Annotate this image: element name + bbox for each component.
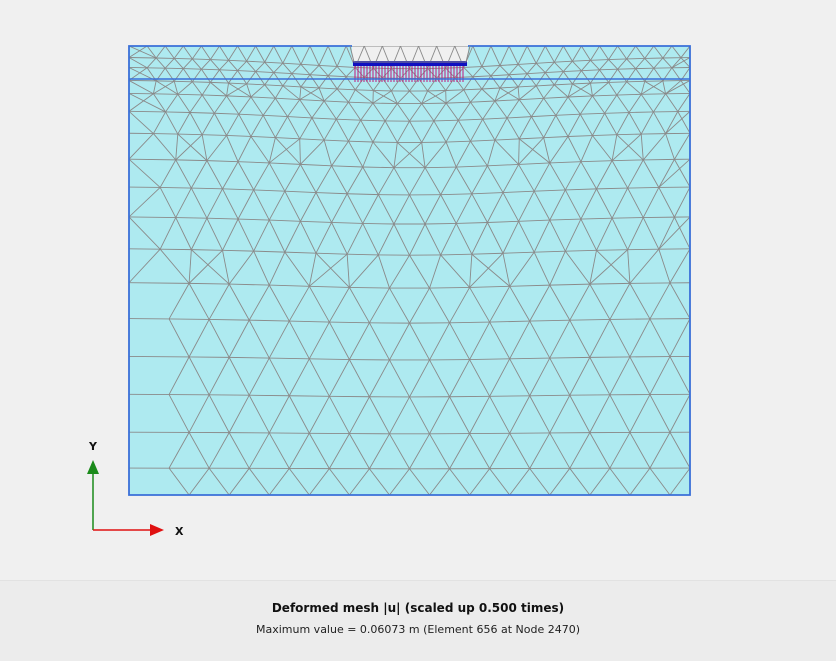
mesh-edge	[629, 112, 653, 113]
y-axis-label: Y	[88, 440, 98, 453]
mesh-edge	[192, 59, 210, 60]
mesh-edge	[129, 283, 189, 284]
mesh-edge	[249, 395, 289, 396]
x-axis-arrow-icon	[150, 524, 164, 536]
mesh-edge	[191, 250, 222, 251]
mesh-edge	[617, 134, 641, 135]
result-caption-bar: Deformed mesh |u| (scaled up 0.500 times…	[0, 580, 836, 661]
mesh-edge	[530, 395, 570, 396]
mesh-edge	[160, 187, 191, 188]
mesh-edge	[129, 111, 166, 112]
mesh-edge	[627, 58, 645, 59]
mesh-edge	[174, 58, 192, 59]
mesh-edge	[166, 112, 190, 113]
mesh-edge	[618, 69, 636, 70]
maximum-value-text: Maximum value = 0.06073 m (Element 656 a…	[0, 623, 836, 636]
y-axis-arrow-icon	[87, 460, 99, 474]
mesh-edge	[363, 223, 394, 224]
mesh-edge	[609, 59, 627, 60]
mesh-edge	[425, 223, 456, 224]
mesh-edge	[178, 134, 202, 135]
mesh-edge	[643, 159, 674, 160]
deformed-mesh-canvas: Y X	[0, 0, 836, 580]
mesh-edge	[373, 103, 397, 104]
plot-viewport[interactable]: Y X	[0, 0, 836, 580]
mesh-edge	[612, 218, 643, 219]
mesh-edge	[628, 187, 659, 188]
mesh-edge	[192, 82, 210, 83]
mesh-edge	[176, 218, 207, 219]
result-title: Deformed mesh |u| (scaled up 0.500 times…	[0, 601, 836, 615]
mesh-edge	[183, 69, 201, 70]
mesh-edge	[490, 396, 530, 397]
mesh-edge	[641, 94, 665, 95]
mesh-edge	[609, 82, 627, 83]
mesh-edge	[289, 396, 329, 397]
mesh-edge	[129, 217, 176, 218]
mesh-edge	[153, 94, 177, 95]
x-axis-label: X	[175, 525, 184, 538]
